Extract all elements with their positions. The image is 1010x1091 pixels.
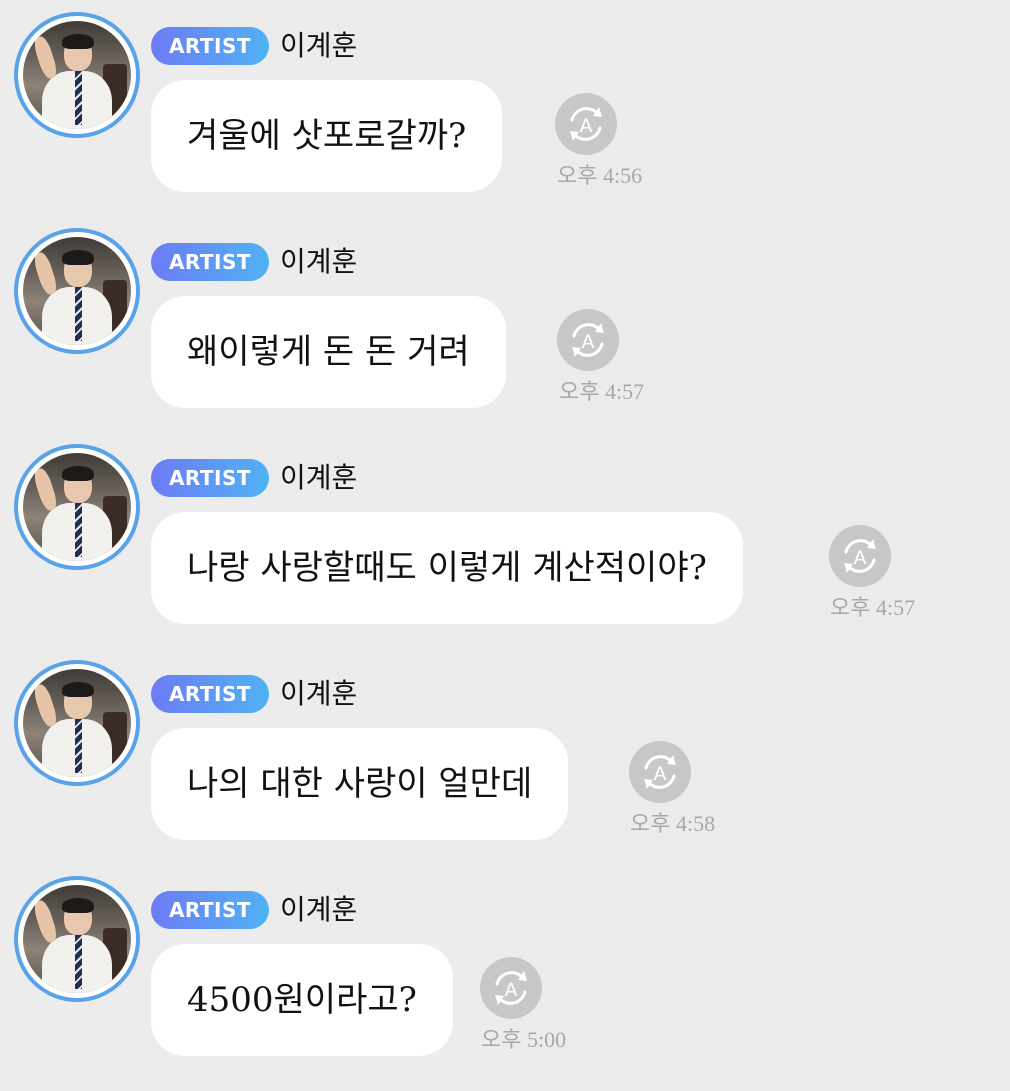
message-item: ARTIST 이계훈 겨울에 삿포로갈까? A 오후 4:56 (0, 0, 1010, 200)
translate-icon[interactable]: A (555, 93, 617, 155)
chat-list: ARTIST 이계훈 겨울에 삿포로갈까? A 오후 4:56 ARTIST 이… (0, 0, 1010, 1091)
svg-text:A: A (582, 331, 595, 353)
message-bubble[interactable]: 4500원이라고? (151, 944, 453, 1056)
message-time: 오후 4:57 (559, 379, 645, 404)
message-item: ARTIST 이계훈 4500원이라고? A 오후 5:00 (0, 864, 1010, 1064)
profile-photo (23, 669, 131, 777)
profile-photo (23, 21, 131, 129)
artist-badge: ARTIST (151, 27, 269, 65)
svg-text:A: A (854, 547, 867, 569)
avatar[interactable] (14, 12, 140, 138)
artist-badge: ARTIST (151, 243, 269, 281)
message-item: ARTIST 이계훈 나랑 사랑할때도 이렇게 계산적이야? A 오후 4:57 (0, 432, 1010, 632)
avatar[interactable] (14, 228, 140, 354)
profile-photo (23, 453, 131, 561)
message-item: ARTIST 이계훈 나의 대한 사랑이 얼만데 A 오후 4:58 (0, 648, 1010, 848)
profile-photo (23, 885, 131, 993)
message-bubble[interactable]: 나의 대한 사랑이 얼만데 (151, 728, 569, 840)
profile-photo (23, 237, 131, 345)
sender-name[interactable]: 이계훈 (280, 456, 357, 500)
avatar[interactable] (14, 876, 140, 1002)
translate-icon[interactable]: A (629, 741, 691, 803)
translate-icon[interactable]: A (480, 957, 542, 1019)
avatar[interactable] (14, 444, 140, 570)
message-bubble[interactable]: 나랑 사랑할때도 이렇게 계산적이야? (151, 512, 743, 624)
message-item: ARTIST 이계훈 왜이렇게 돈 돈 거려 A 오후 4:57 (0, 216, 1010, 416)
message-time: 오후 5:00 (481, 1027, 567, 1052)
sender-name[interactable]: 이계훈 (280, 672, 357, 716)
artist-badge: ARTIST (151, 459, 269, 497)
message-time: 오후 4:56 (557, 163, 643, 188)
artist-badge: ARTIST (151, 675, 269, 713)
sender-name[interactable]: 이계훈 (280, 888, 357, 932)
svg-text:A: A (580, 115, 593, 137)
translate-icon[interactable]: A (829, 525, 891, 587)
artist-badge: ARTIST (151, 891, 269, 929)
sender-name[interactable]: 이계훈 (280, 240, 357, 284)
message-bubble[interactable]: 겨울에 삿포로갈까? (151, 80, 503, 192)
translate-icon[interactable]: A (557, 309, 619, 371)
sender-name[interactable]: 이계훈 (280, 24, 357, 68)
message-time: 오후 4:57 (830, 595, 916, 620)
svg-text:A: A (505, 979, 518, 1001)
message-time: 오후 4:58 (630, 811, 716, 836)
avatar[interactable] (14, 660, 140, 786)
svg-text:A: A (654, 763, 667, 785)
message-bubble[interactable]: 왜이렇게 돈 돈 거려 (151, 296, 506, 408)
